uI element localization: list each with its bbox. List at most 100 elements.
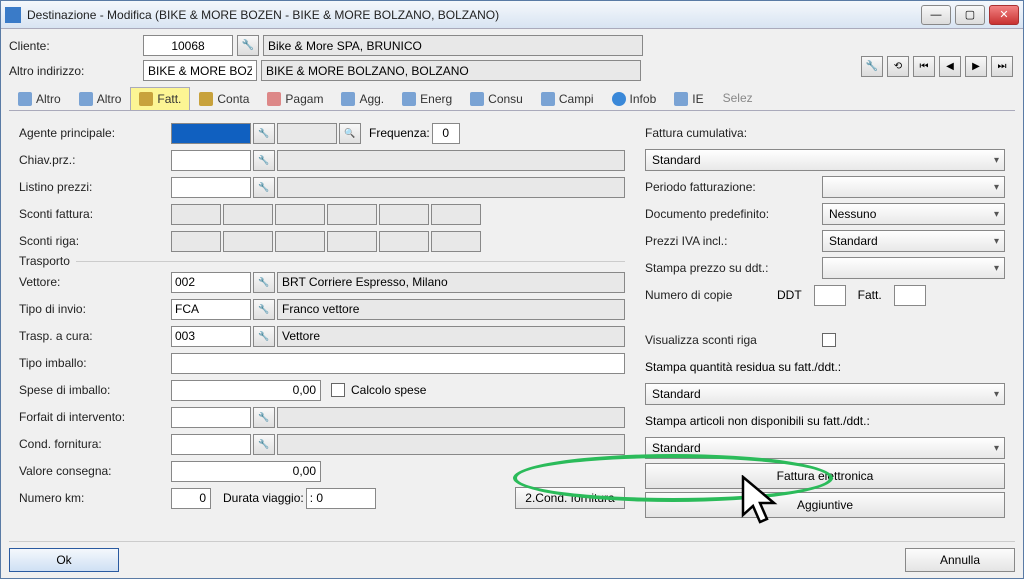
tab-altro-1[interactable]: Altro (9, 87, 70, 110)
prezzi-iva-combo[interactable]: Standard (822, 230, 1005, 252)
spese-imballo-input[interactable] (171, 380, 321, 401)
window-controls: — ▢ ✕ (921, 5, 1019, 25)
tab-pagam[interactable]: Pagam (258, 87, 332, 110)
trasp-cura-lookup-icon[interactable]: 🔧 (253, 326, 275, 347)
agente-lookup-icon[interactable]: 🔧 (253, 123, 275, 144)
vettore-input[interactable] (171, 272, 251, 293)
tab-icon (267, 92, 281, 106)
chiav-lookup-icon[interactable]: 🔧 (253, 150, 275, 171)
cond-forn-desc (277, 434, 625, 455)
tipo-invio-desc: Franco vettore (277, 299, 625, 320)
durata-input[interactable] (306, 488, 376, 509)
altro-name-display (261, 60, 641, 81)
tab-icon (79, 92, 93, 106)
sconto-input[interactable] (431, 204, 481, 225)
tab-agg[interactable]: Agg. (332, 87, 393, 110)
valore-consegna-input[interactable] (171, 461, 321, 482)
ok-button[interactable]: Ok (9, 548, 119, 572)
minimize-button[interactable]: — (921, 5, 951, 25)
tab-consu[interactable]: Consu (461, 87, 532, 110)
chiav-label: Chiav.prz.: (19, 153, 169, 167)
sconto-input[interactable] (431, 231, 481, 252)
cond-fornitura-2-button[interactable]: 2.Cond. fornitura (515, 487, 625, 509)
trasp-cura-desc: Vettore (277, 326, 625, 347)
listino-label: Listino prezzi: (19, 180, 169, 194)
tipo-invio-input[interactable] (171, 299, 251, 320)
sconto-input[interactable] (275, 204, 325, 225)
fatt-cum-combo[interactable]: Standard (645, 149, 1005, 171)
sconti-riga-fields (171, 231, 481, 252)
tab-fatt[interactable]: Fatt. (130, 87, 190, 110)
cond-forn-input[interactable] (171, 434, 251, 455)
tab-campi[interactable]: Campi (532, 87, 603, 110)
tab-selez-disabled: Selez (713, 87, 763, 110)
calcolo-spese-label: Calcolo spese (351, 383, 426, 397)
nav-next-icon[interactable]: ▶ (965, 56, 987, 77)
vis-sconti-checkbox[interactable] (822, 333, 836, 347)
annulla-button[interactable]: Annulla (905, 548, 1015, 572)
nav-last-icon[interactable]: ⏭ (991, 56, 1013, 77)
calcolo-spese-checkbox[interactable] (331, 383, 345, 397)
tab-altro-2[interactable]: Altro (70, 87, 131, 110)
tipo-imballo-input[interactable] (171, 353, 625, 374)
agente-input[interactable] (171, 123, 251, 144)
tipo-invio-lookup-icon[interactable]: 🔧 (253, 299, 275, 320)
ddt-input[interactable] (814, 285, 846, 306)
window-title: Destinazione - Modifica (BIKE & MORE BOZ… (27, 8, 921, 22)
app-icon (5, 7, 21, 23)
altro-code-input[interactable] (143, 60, 257, 81)
sconto-input[interactable] (379, 231, 429, 252)
forfait-input[interactable] (171, 407, 251, 428)
listino-input[interactable] (171, 177, 251, 198)
nav-prev-icon[interactable]: ◀ (939, 56, 961, 77)
sconto-input[interactable] (379, 204, 429, 225)
stampa-qta-label: Stampa quantità residua su fatt./ddt.: (645, 360, 841, 374)
sconti-fattura-label: Sconti fattura: (19, 207, 169, 221)
periodo-combo[interactable] (822, 176, 1005, 198)
frequenza-label: Frequenza: (369, 126, 430, 140)
frequenza-input[interactable] (432, 123, 460, 144)
tab-energ[interactable]: Energ (393, 87, 461, 110)
chiav-input[interactable] (171, 150, 251, 171)
refresh-icon[interactable]: ⟲ (887, 56, 909, 77)
doc-pred-combo[interactable]: Nessuno (822, 203, 1005, 225)
titlebar: Destinazione - Modifica (BIKE & MORE BOZ… (1, 1, 1023, 29)
nav-first-icon[interactable]: ⏮ (913, 56, 935, 77)
wrench-icon[interactable]: 🔧 (861, 56, 883, 77)
forfait-lookup-icon[interactable]: 🔧 (253, 407, 275, 428)
cliente-label: Cliente: (9, 39, 139, 53)
cliente-lookup-icon[interactable]: 🔧 (237, 35, 259, 56)
sconto-input[interactable] (223, 204, 273, 225)
aggiuntive-button[interactable]: Aggiuntive (645, 492, 1005, 518)
close-button[interactable]: ✕ (989, 5, 1019, 25)
stampa-art-combo[interactable]: Standard (645, 437, 1005, 459)
toolbar-right: 🔧 ⟲ ⏮ ◀ ▶ ⏭ (861, 56, 1013, 77)
tab-infob[interactable]: Infob (603, 87, 666, 110)
sconto-input[interactable] (327, 204, 377, 225)
tab-icon (18, 92, 32, 106)
sconto-input[interactable] (275, 231, 325, 252)
agente-search-icon[interactable]: 🔍 (339, 123, 361, 144)
tab-conta[interactable]: Conta (190, 87, 258, 110)
tab-ie[interactable]: IE (665, 87, 712, 110)
tab-icon (674, 92, 688, 106)
cond-forn-lookup-icon[interactable]: 🔧 (253, 434, 275, 455)
fatt-copies-input[interactable] (894, 285, 926, 306)
listino-lookup-icon[interactable]: 🔧 (253, 177, 275, 198)
stampa-qta-combo[interactable]: Standard (645, 383, 1005, 405)
cond-forn-label: Cond. fornitura: (19, 437, 169, 451)
vettore-lookup-icon[interactable]: 🔧 (253, 272, 275, 293)
sconto-input[interactable] (223, 231, 273, 252)
numero-km-input[interactable] (171, 488, 211, 509)
sconto-input[interactable] (327, 231, 377, 252)
maximize-button[interactable]: ▢ (955, 5, 985, 25)
fattura-elettronica-button[interactable]: Fattura elettronica (645, 463, 1005, 489)
sconto-input[interactable] (171, 231, 221, 252)
listino-desc (277, 177, 625, 198)
cliente-code-input[interactable] (143, 35, 233, 56)
tipo-invio-label: Tipo di invio: (19, 302, 169, 316)
trasporto-groupbox: Trasporto (19, 261, 625, 268)
stampa-prezzo-combo[interactable] (822, 257, 1005, 279)
trasp-cura-input[interactable] (171, 326, 251, 347)
sconto-input[interactable] (171, 204, 221, 225)
